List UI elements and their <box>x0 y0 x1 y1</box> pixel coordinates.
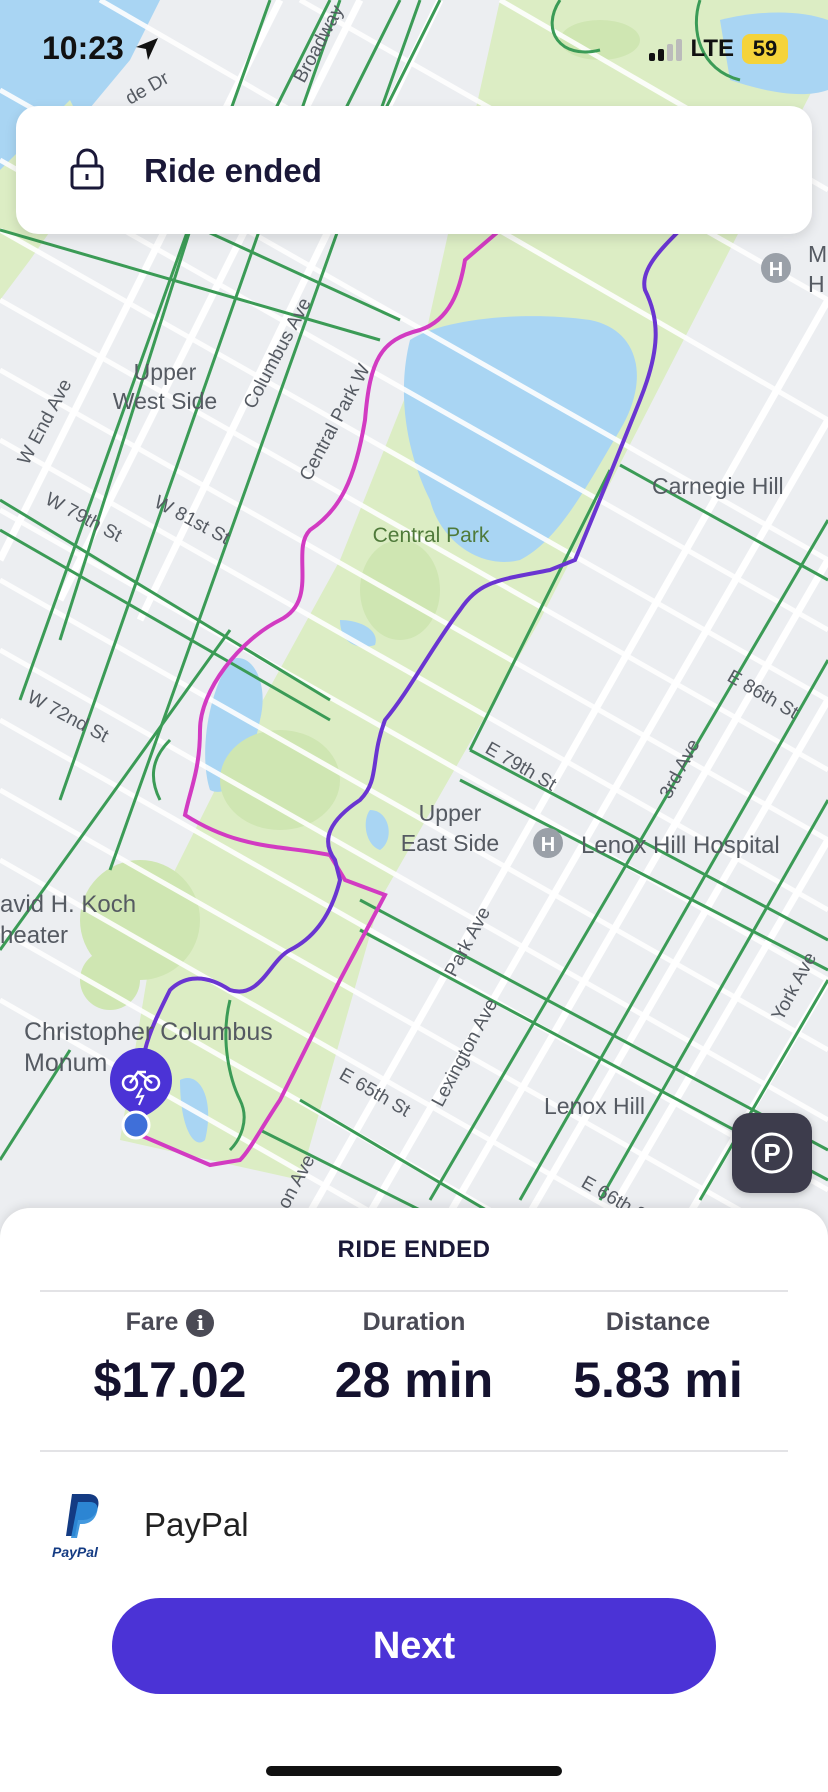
duration-value: 28 min <box>334 1352 494 1408</box>
network-type: LTE <box>690 35 734 62</box>
payment-method-row[interactable]: PayPal PayPal <box>0 1470 828 1590</box>
paypal-logo-icon <box>66 1494 99 1538</box>
map-label: heater <box>0 922 68 949</box>
divider <box>40 1290 788 1292</box>
svg-text:P: P <box>763 1138 780 1168</box>
banner-text: Ride ended <box>144 152 322 189</box>
map-label: Upper <box>419 800 482 826</box>
fare-label: Fare <box>125 1308 179 1336</box>
paypal-logo-text: PayPal <box>52 1544 98 1560</box>
hospital-marker-icon: H <box>761 253 791 283</box>
map-label: West Side <box>113 388 217 414</box>
lock-icon <box>70 148 104 190</box>
sheet-title: RIDE ENDED <box>337 1236 491 1263</box>
svg-text:H: H <box>541 834 555 856</box>
ride-summary-sheet: RIDE ENDED Fare i $17.02 Duration 28 min… <box>0 1208 828 1792</box>
battery-level: 59 <box>742 34 788 64</box>
map-label: H <box>808 271 825 297</box>
hospital-marker-icon: H <box>533 828 563 858</box>
map-label: Central Park <box>373 524 490 547</box>
fare-value: $17.02 <box>93 1352 247 1408</box>
map-label: Monum <box>24 1049 107 1077</box>
next-button[interactable]: Next <box>112 1598 716 1694</box>
distance-label: Distance <box>605 1308 711 1336</box>
map-label: Lenox Hill Hospital <box>581 832 780 859</box>
cellular-signal-icon <box>649 37 683 61</box>
status-bar: 10:23 LTE 59 <box>0 0 828 100</box>
status-time: 10:23 <box>42 30 124 66</box>
duration-stat: Duration 28 min <box>294 1308 534 1409</box>
fare-stat: Fare i $17.02 <box>50 1308 290 1409</box>
payment-method-label: PayPal <box>144 1506 249 1543</box>
distance-stat: Distance 5.83 mi <box>538 1308 778 1409</box>
svg-text:H: H <box>769 259 783 281</box>
map-label: East Side <box>401 830 499 856</box>
distance-value: 5.83 mi <box>573 1352 743 1408</box>
map-label: Carnegie Hill <box>652 473 784 499</box>
info-icon[interactable]: i <box>186 1308 215 1337</box>
location-arrow-icon <box>136 38 158 60</box>
parking-icon: P <box>751 1132 793 1174</box>
parking-button[interactable]: P <box>732 1113 812 1193</box>
map-label: avid H. Koch <box>0 891 136 918</box>
ride-ended-banner: Ride ended <box>16 106 812 234</box>
map-label: Christopher Columbus <box>24 1018 273 1046</box>
home-indicator[interactable] <box>266 1766 562 1776</box>
divider <box>40 1450 788 1452</box>
map-label: M <box>808 241 827 267</box>
map-label: Upper <box>134 359 197 385</box>
map-label: Lenox Hill <box>544 1093 645 1119</box>
duration-label: Duration <box>362 1308 466 1336</box>
